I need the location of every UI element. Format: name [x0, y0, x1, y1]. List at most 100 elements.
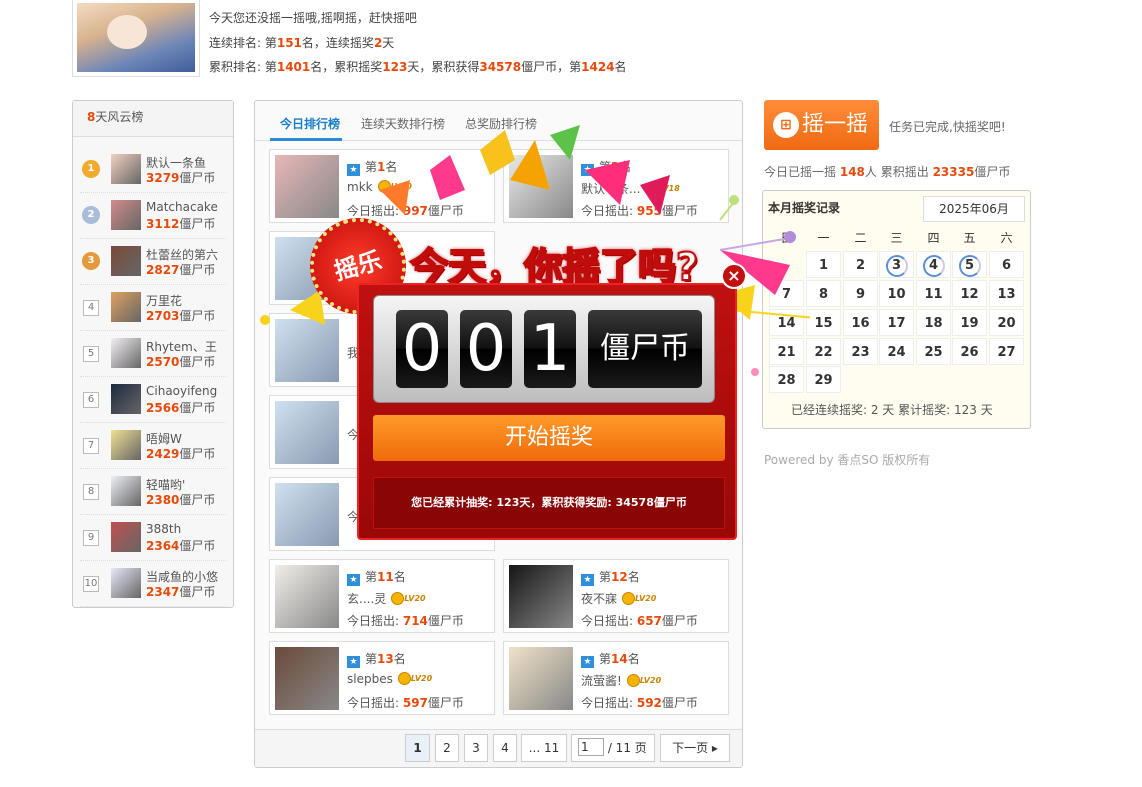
- coin-counter: 0 0 1 僵尸币: [373, 295, 715, 403]
- rank-number: 8: [83, 484, 99, 500]
- checked-day-marker: 3: [885, 255, 908, 277]
- task-status: 任务已完成,快摇奖吧!: [889, 120, 1006, 134]
- calendar-day[interactable]: 27: [989, 338, 1024, 365]
- calendar-day[interactable]: 1: [806, 251, 841, 278]
- page-3-button[interactable]: 3: [464, 734, 488, 762]
- rank-card[interactable]: ★ 第12名 夜不寐 LV20 今日摇出: 657僵尸币: [503, 559, 729, 633]
- calendar-day[interactable]: 18: [916, 309, 951, 336]
- rank-number: 7: [83, 438, 99, 454]
- calendar-day[interactable]: 5: [952, 251, 987, 278]
- medal-icon: 3: [82, 252, 100, 270]
- avatar[interactable]: [509, 647, 573, 710]
- leaderboard-item[interactable]: 4 万里花 2703僵尸币: [80, 285, 226, 331]
- avatar[interactable]: [111, 246, 141, 276]
- leaderboard-name[interactable]: Matchacake: [146, 200, 218, 214]
- avatar[interactable]: [111, 568, 141, 598]
- card-username[interactable]: 流萤酱! LV20: [581, 672, 667, 689]
- leaderboard-item[interactable]: 2 Matchacake 3112僵尸币: [80, 193, 226, 239]
- leaderboard-value: 2566僵尸币: [146, 401, 216, 415]
- calendar-day[interactable]: 29: [806, 366, 841, 393]
- page-11-button[interactable]: ... 11: [521, 734, 567, 762]
- calendar-day[interactable]: 6: [989, 251, 1024, 278]
- leaderboard-value: 3112僵尸币: [146, 217, 216, 231]
- page-4-button[interactable]: 4: [493, 734, 517, 762]
- card-rank: ★ 第14名: [581, 650, 640, 668]
- page-2-button[interactable]: 2: [435, 734, 459, 762]
- calendar-day[interactable]: 9: [843, 280, 878, 307]
- calendar-day[interactable]: 20: [989, 309, 1024, 336]
- user-avatar: [72, 0, 200, 77]
- avatar[interactable]: [111, 384, 141, 414]
- avatar[interactable]: [111, 338, 141, 368]
- calendar-day[interactable]: 17: [879, 309, 914, 336]
- card-username[interactable]: 玄....灵 LV20: [347, 590, 431, 607]
- avatar[interactable]: [275, 565, 339, 628]
- powered-by: Powered by 香点SO 版权所有: [764, 453, 931, 467]
- calendar-day[interactable]: 25: [916, 338, 951, 365]
- calendar-month[interactable]: 2025年06月: [923, 196, 1025, 222]
- leaderboard-name[interactable]: Cihaoyifeng: [146, 384, 217, 398]
- leaderboard-value: 2827僵尸币: [146, 263, 216, 277]
- leaderboard-item[interactable]: 3 杜蕾丝的第六 2827僵尸币: [80, 239, 226, 285]
- leaderboard-item[interactable]: 5 Rhytem、王 2570僵尸币: [80, 331, 226, 377]
- calendar-day[interactable]: 22: [806, 338, 841, 365]
- avatar[interactable]: [275, 483, 339, 546]
- chevron-right-icon: ▸: [711, 741, 718, 755]
- calendar-day[interactable]: 10: [879, 280, 914, 307]
- calendar-day[interactable]: 12: [952, 280, 987, 307]
- rank-number: 6: [83, 392, 99, 408]
- avatar[interactable]: [111, 476, 141, 506]
- avatar[interactable]: [275, 401, 339, 464]
- next-page-button[interactable]: 下一页 ▸: [660, 734, 730, 762]
- rank-card[interactable]: ★ 第11名 玄....灵 LV20 今日摇出: 714僵尸币: [269, 559, 495, 633]
- calendar-day[interactable]: 15: [806, 309, 841, 336]
- calendar-day[interactable]: 19: [952, 309, 987, 336]
- avatar[interactable]: [111, 200, 141, 230]
- page-1-button[interactable]: 1: [405, 734, 430, 762]
- calendar-day[interactable]: 2: [843, 251, 878, 278]
- leaderboard-item[interactable]: 10 当咸鱼的小悠 2347僵尸币: [80, 561, 226, 607]
- rank-card[interactable]: ★ 第14名 流萤酱! LV20 今日摇出: 592僵尸币: [503, 641, 729, 715]
- leaderboard-item[interactable]: 1 默认一条鱼 3279僵尸币: [80, 147, 226, 193]
- leaderboard-name[interactable]: 388th: [146, 522, 181, 536]
- avatar[interactable]: [509, 565, 573, 628]
- calendar-day[interactable]: 26: [952, 338, 987, 365]
- avatar[interactable]: [111, 154, 141, 184]
- card-username[interactable]: 夜不寐 LV20: [581, 590, 662, 607]
- card-today: 今日摇出: 657僵尸币: [581, 614, 698, 628]
- medal-icon: 1: [82, 160, 100, 178]
- avatar[interactable]: [275, 647, 339, 710]
- lottery-summary: 您已经累计抽奖: 123天，累积获得奖励: 34578僵尸币: [373, 477, 725, 529]
- card-username[interactable]: slepbes LV20: [347, 672, 438, 686]
- calendar-day[interactable]: 16: [843, 309, 878, 336]
- leaderboard-title: 8天风云榜: [73, 101, 233, 137]
- calendar-day[interactable]: 8: [806, 280, 841, 307]
- weekday-label: 四: [927, 231, 940, 245]
- calendar-day[interactable]: 3: [879, 251, 914, 278]
- leaderboard-value: 2364僵尸币: [146, 539, 216, 553]
- rank-card[interactable]: ★ 第13名 slepbes LV20 今日摇出: 597僵尸币: [269, 641, 495, 715]
- calendar-day[interactable]: 4: [916, 251, 951, 278]
- lottery-popup: 0 0 1 僵尸币 开始摇奖 您已经累计抽奖: 123天，累积获得奖励: 345…: [357, 283, 737, 540]
- start-lottery-button[interactable]: 开始摇奖: [373, 415, 725, 461]
- leaderboard-item[interactable]: 6 Cihaoyifeng 2566僵尸币: [80, 377, 226, 423]
- calendar-day[interactable]: 11: [916, 280, 951, 307]
- calendar-day[interactable]: 13: [989, 280, 1024, 307]
- calendar-day[interactable]: 23: [843, 338, 878, 365]
- counter-unit: 僵尸币: [588, 310, 702, 388]
- avatar[interactable]: [111, 292, 141, 322]
- avatar[interactable]: [111, 522, 141, 552]
- page-jump: 1 / 11 页: [571, 734, 655, 762]
- counter-digit: 1: [524, 310, 576, 388]
- leaderboard-item[interactable]: 8 轻喵哟' 2380僵尸币: [80, 469, 226, 515]
- close-icon[interactable]: ×: [721, 263, 747, 289]
- calendar-day[interactable]: 24: [879, 338, 914, 365]
- leaderboard-value: 2380僵尸币: [146, 493, 216, 507]
- leaderboard-item[interactable]: 7 唔姆W 2429僵尸币: [80, 423, 226, 469]
- pagination: 1 2 3 4 ... 11 1 / 11 页 下一页 ▸: [255, 729, 742, 767]
- page-total: / 11 页: [607, 741, 647, 755]
- card-today: 今日摇出: 597僵尸币: [347, 696, 464, 710]
- leaderboard-item[interactable]: 9 388th 2364僵尸币: [80, 515, 226, 561]
- avatar[interactable]: [111, 430, 141, 460]
- page-input[interactable]: 1: [578, 738, 604, 756]
